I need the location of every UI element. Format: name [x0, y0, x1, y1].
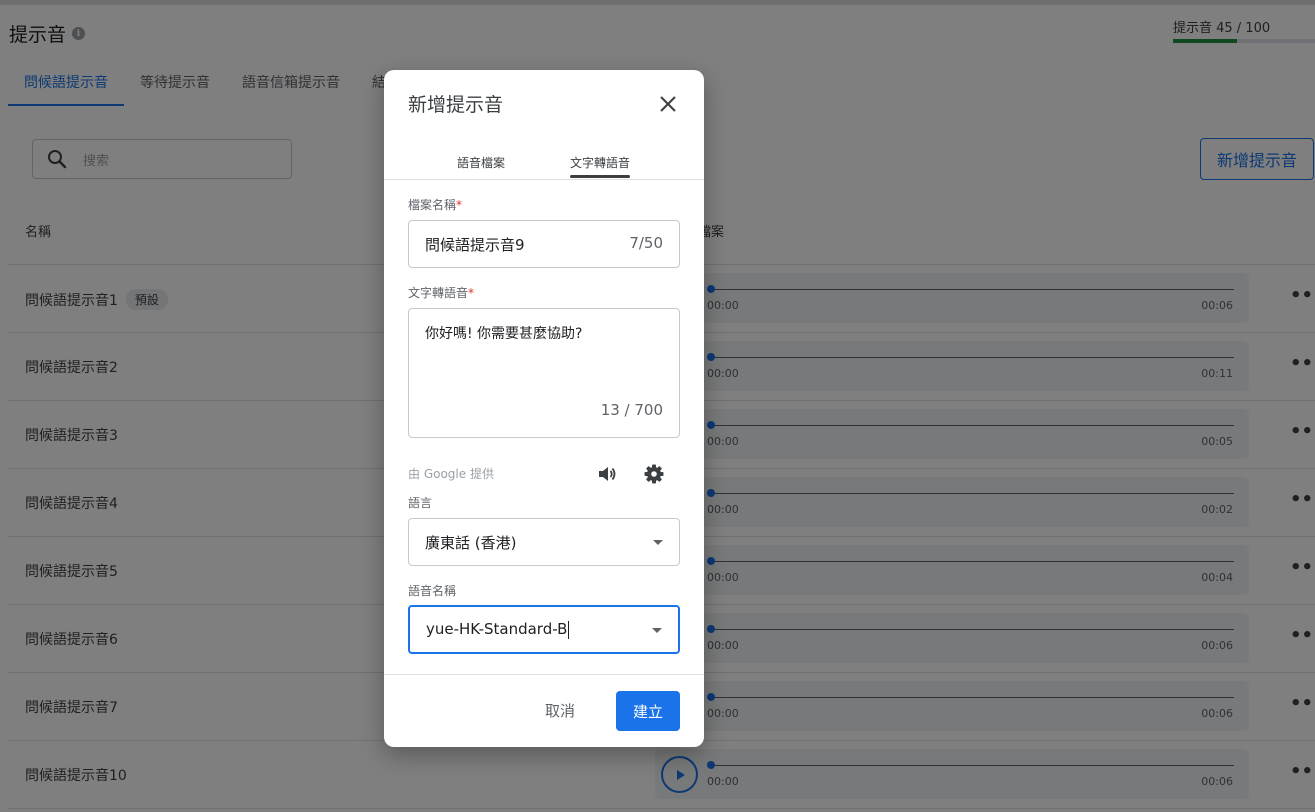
tts-label: 文字轉語音* [408, 286, 475, 300]
voice-name-select[interactable]: yue-HK-Standard-B [408, 605, 680, 654]
google-attribution: 由 Google 提供 [408, 467, 494, 481]
tab-text-to-speech[interactable]: 文字轉語音 [570, 154, 630, 171]
tts-counter: 13 / 700 [600, 401, 663, 419]
cancel-button[interactable]: 取消 [530, 691, 590, 729]
language-value: 廣東話 (香港) [425, 534, 517, 552]
voice-name-label: 語音名稱 [408, 584, 457, 598]
language-label: 語言 [408, 496, 433, 510]
create-button[interactable]: 建立 [616, 691, 680, 731]
dialog-title: 新增提示音 [408, 94, 504, 116]
tts-value: 你好嗎! 你需要甚麼協助? [425, 326, 583, 342]
close-icon[interactable] [656, 92, 680, 116]
add-prompt-dialog: 新增提示音 語音檔案 文字轉語音 檔案名稱* 問候語提示音9 7/50 文字轉語… [384, 70, 704, 747]
gear-icon[interactable] [643, 463, 665, 485]
active-tab-indicator [570, 175, 630, 178]
language-select[interactable]: 廣東話 (香港) [408, 518, 680, 566]
footer-divider [384, 674, 704, 675]
filename-value: 問候語提示音9 [425, 236, 525, 254]
filename-label: 檔案名稱* [408, 198, 463, 212]
speaker-icon[interactable] [596, 463, 618, 485]
chevron-down-icon [653, 540, 663, 545]
filename-field[interactable]: 問候語提示音9 7/50 [408, 220, 680, 268]
tab-audio-file[interactable]: 語音檔案 [457, 154, 505, 171]
dialog-tabs: 語音檔案 文字轉語音 [384, 148, 704, 180]
chevron-down-icon [652, 628, 662, 633]
text-cursor [568, 620, 570, 639]
filename-counter: 7/50 [629, 234, 663, 252]
tts-textarea[interactable]: 你好嗎! 你需要甚麼協助? 13 / 700 [408, 308, 680, 438]
voice-name-value: yue-HK-Standard-B [426, 620, 570, 639]
